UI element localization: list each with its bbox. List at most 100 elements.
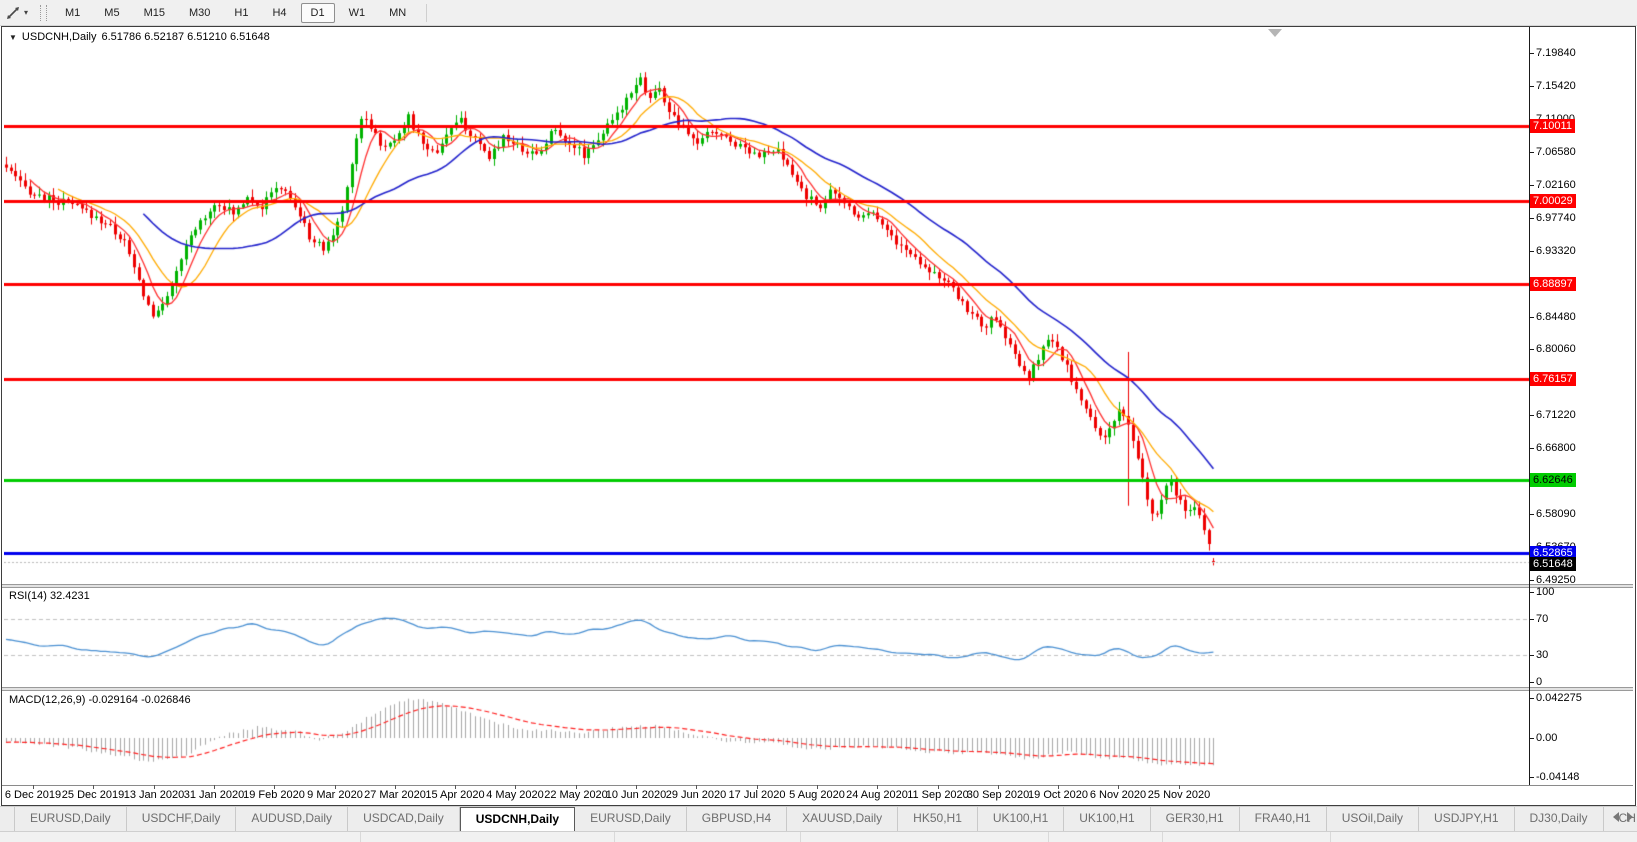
price-tick-label: 6.80060 xyxy=(1536,343,1576,355)
macd-tick-mark xyxy=(1529,777,1534,778)
mt4-application: ▾ M1M5M15M30H1H4D1W1MN ▼ USDCNH,Daily 6.… xyxy=(0,0,1637,842)
chart-tab-gbpusd-h4[interactable]: GBPUSD,H4 xyxy=(687,807,787,831)
price-tick-label: 6.84480 xyxy=(1536,311,1576,323)
rsi-tick-mark xyxy=(1529,619,1534,620)
timeframe-button-m5[interactable]: M5 xyxy=(94,3,129,23)
price-tick-label: 6.49250 xyxy=(1536,574,1576,586)
toolbar-separator xyxy=(426,4,427,22)
rsi-tick-label: 30 xyxy=(1536,649,1548,661)
price-tick-label: 6.93320 xyxy=(1536,245,1576,257)
macd-indicator-canvas[interactable] xyxy=(4,691,1529,785)
macd-tick-label: 0.00 xyxy=(1536,732,1557,744)
rsi-tick-label: 100 xyxy=(1536,586,1554,598)
status-cell-separator xyxy=(1162,832,1163,842)
chart-tab-eurusd-daily[interactable]: EURUSD,Daily xyxy=(575,807,687,831)
chart-tab-uk100-h1[interactable]: UK100,H1 xyxy=(1064,807,1150,831)
timeframe-button-m1[interactable]: M1 xyxy=(55,3,90,23)
rsi-tick-mark xyxy=(1529,655,1534,656)
date-label: 4 May 2020 xyxy=(486,789,543,801)
date-label: 11 Sep 2020 xyxy=(907,789,969,801)
price-tick-mark xyxy=(1529,349,1534,350)
current-price-label: 6.51648 xyxy=(1530,557,1576,571)
price-tick-label: 6.71220 xyxy=(1536,409,1576,421)
date-label: 30 Sep 2020 xyxy=(967,789,1029,801)
date-label: 27 Mar 2020 xyxy=(364,789,426,801)
date-label: 9 Mar 2020 xyxy=(307,789,363,801)
rsi-tick-mark xyxy=(1529,592,1534,593)
date-label: 6 Dec 2019 xyxy=(5,789,61,801)
macd-tick-label: 0.042275 xyxy=(1536,692,1582,704)
price-tick-mark xyxy=(1529,185,1534,186)
price-tick-mark xyxy=(1529,448,1534,449)
price-tick-label: 6.97740 xyxy=(1536,212,1576,224)
timeframe-button-w1[interactable]: W1 xyxy=(339,3,376,23)
price-tick-label: 6.66800 xyxy=(1536,442,1576,454)
chart-header: ▼ USDCNH,Daily 6.51786 6.52187 6.51210 6… xyxy=(9,31,270,43)
chart-tab-ger30-h1[interactable]: GER30,H1 xyxy=(1151,807,1240,831)
date-label: 5 Aug 2020 xyxy=(789,789,845,801)
macd-tick-label: -0.04148 xyxy=(1536,771,1579,783)
timeframe-button-mn[interactable]: MN xyxy=(379,3,416,23)
price-tick-mark xyxy=(1529,152,1534,153)
chart-tab-xauusd-daily[interactable]: XAUUSD,Daily xyxy=(787,807,898,831)
hline-price-label: 6.62646 xyxy=(1530,473,1576,487)
chart-tab-usdchf-daily[interactable]: USDCHF,Daily xyxy=(127,807,237,831)
chart-tab-fra40-h1[interactable]: FRA40,H1 xyxy=(1240,807,1327,831)
chart-shift-marker-icon[interactable] xyxy=(1268,29,1282,37)
date-label: 29 Jun 2020 xyxy=(666,789,727,801)
chart-tab-usdjpy-h1[interactable]: USDJPY,H1 xyxy=(1419,807,1514,831)
hline-price-label: 7.00029 xyxy=(1530,194,1576,208)
toolbar-grip xyxy=(40,5,47,21)
timeframe-buttons: M1M5M15M30H1H4D1W1MN xyxy=(53,3,418,23)
pane-separator[interactable] xyxy=(2,584,1633,588)
rsi-indicator-canvas[interactable] xyxy=(4,588,1529,686)
hline-price-label: 6.76157 xyxy=(1530,372,1576,386)
chart-tab-usoil-daily[interactable]: USOil,Daily xyxy=(1327,807,1419,831)
timeframe-button-d1[interactable]: D1 xyxy=(301,3,335,23)
tool-dropdown-caret-icon[interactable]: ▾ xyxy=(24,8,28,17)
price-chart-canvas[interactable] xyxy=(4,27,1529,584)
chart-tab-eurusd-daily[interactable]: EURUSD,Daily xyxy=(14,807,127,831)
timeframe-button-m15[interactable]: M15 xyxy=(134,3,175,23)
timeframe-button-h4[interactable]: H4 xyxy=(262,3,296,23)
price-tick-mark xyxy=(1529,53,1534,54)
date-label: 17 Jul 2020 xyxy=(729,789,786,801)
hline-price-label: 6.88897 xyxy=(1530,277,1576,291)
date-label: 24 Aug 2020 xyxy=(846,789,908,801)
price-axis-line[interactable] xyxy=(1529,27,1530,785)
chart-title: USDCNH,Daily xyxy=(22,31,97,43)
date-label: 6 Nov 2020 xyxy=(1090,789,1146,801)
chart-tab-dj30-daily[interactable]: DJ30,Daily xyxy=(1515,807,1604,831)
price-tick-mark xyxy=(1529,86,1534,87)
status-bar xyxy=(0,831,1637,842)
tab-scroll-right-icon[interactable] xyxy=(1627,812,1633,822)
date-label: 25 Dec 2019 xyxy=(62,789,124,801)
chart-tab-hk50-h1[interactable]: HK50,H1 xyxy=(898,807,978,831)
price-tick-mark xyxy=(1529,580,1534,581)
date-label: 31 Jan 2020 xyxy=(184,789,245,801)
chart-tab-uk100-h1[interactable]: UK100,H1 xyxy=(978,807,1064,831)
price-tick-mark xyxy=(1529,218,1534,219)
timeframe-button-h1[interactable]: H1 xyxy=(224,3,258,23)
hline-price-label: 7.10011 xyxy=(1530,119,1575,133)
chart-tab-usdcad-daily[interactable]: USDCAD,Daily xyxy=(348,807,460,831)
macd-label: MACD(12,26,9) -0.029164 -0.026846 xyxy=(9,694,191,706)
macd-tick-mark xyxy=(1529,738,1534,739)
status-cell-separator xyxy=(800,832,801,842)
rsi-tick-mark xyxy=(1529,682,1534,683)
price-tick-mark xyxy=(1529,415,1534,416)
status-cell-separator xyxy=(614,832,615,842)
price-tick-label: 7.02160 xyxy=(1536,179,1576,191)
crosshair-tool-icon[interactable] xyxy=(4,4,22,22)
tab-scroll-left-icon[interactable] xyxy=(1613,812,1619,822)
date-label: 25 Nov 2020 xyxy=(1148,789,1210,801)
price-tick-mark xyxy=(1529,317,1534,318)
status-cell-separator xyxy=(360,832,361,842)
chart-tab-usdcnh-daily[interactable]: USDCNH,Daily xyxy=(460,807,575,831)
timeframe-button-m30[interactable]: M30 xyxy=(179,3,220,23)
chart-tab-audusd-daily[interactable]: AUDUSD,Daily xyxy=(236,807,348,831)
pane-separator[interactable] xyxy=(2,687,1633,691)
price-tick-label: 7.06580 xyxy=(1536,146,1576,158)
timeframe-toolbar: ▾ M1M5M15M30H1H4D1W1MN xyxy=(0,0,1637,26)
chart-collapse-arrow-icon[interactable]: ▼ xyxy=(9,33,17,42)
